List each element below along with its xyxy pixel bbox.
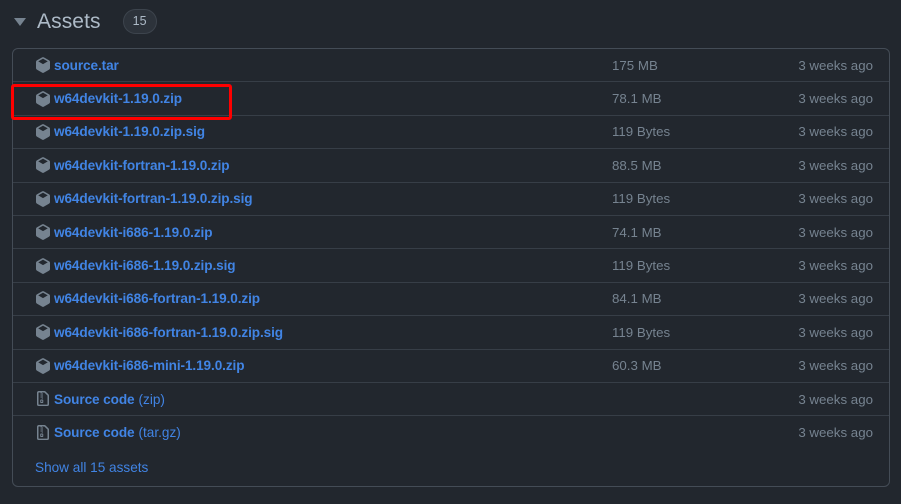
- asset-download-link[interactable]: w64devkit-i686-1.19.0.zip: [54, 225, 213, 240]
- triangle-down-icon[interactable]: [14, 17, 26, 26]
- asset-size: 78.1 MB: [612, 91, 662, 107]
- asset-download-link[interactable]: Source code: [54, 392, 135, 407]
- asset-size: 119 Bytes: [612, 191, 671, 207]
- package-icon: [35, 291, 51, 307]
- asset-name-cell: w64devkit-fortran-1.19.0.zip: [35, 157, 606, 174]
- asset-size: 74.1 MB: [612, 224, 662, 240]
- assets-table: source.tar 175 MB 3 weeks ago w64devkit-1.1…: [12, 48, 890, 487]
- page-title: Assets: [37, 9, 101, 33]
- table-row[interactable]: Source code (tar.gz) 3 weeks ago: [13, 416, 889, 449]
- package-icon: [35, 157, 51, 174]
- asset-date: 3 weeks ago: [798, 57, 873, 73]
- asset-date: 3 weeks ago: [798, 391, 873, 407]
- table-row[interactable]: w64devkit-1.19.0.zip 78.1 MB 3 weeks ago: [13, 82, 889, 116]
- asset-name-cell: Source code (tar.gz): [35, 424, 606, 441]
- table-row[interactable]: w64devkit-i686-1.19.0.zip 74.1 MB 3 weeks …: [13, 216, 889, 250]
- assets-footer: Show all 15 assets: [13, 450, 889, 486]
- table-row[interactable]: w64devkit-i686-fortran-1.19.0.zip.sig 119…: [13, 316, 889, 350]
- asset-size: 84.1 MB: [612, 291, 662, 307]
- asset-download-link[interactable]: w64devkit-1.19.0.zip: [54, 91, 182, 106]
- asset-date: 3 weeks ago: [798, 291, 873, 307]
- table-row[interactable]: w64devkit-fortran-1.19.0.zip 88.5 MB 3 wee…: [13, 149, 889, 183]
- asset-download-link[interactable]: Source code: [54, 425, 135, 440]
- asset-date: 3 weeks ago: [798, 324, 873, 340]
- assets-panel: Assets 15 source.tar 175 MB 3 weeks ago w64…: [0, 0, 901, 504]
- table-row[interactable]: w64devkit-i686-1.19.0.zip.sig 119 Bytes 3 …: [13, 249, 889, 283]
- asset-download-link[interactable]: w64devkit-i686-fortran-1.19.0.zip: [54, 291, 260, 306]
- asset-size: 119 Bytes: [612, 124, 671, 140]
- asset-name-cell: source.tar: [35, 57, 606, 74]
- package-icon: [35, 190, 51, 207]
- asset-name-cell: Source code (zip): [35, 391, 606, 407]
- file-zip-icon: [35, 391, 51, 407]
- asset-download-link[interactable]: w64devkit-fortran-1.19.0.zip: [54, 158, 230, 173]
- asset-download-link[interactable]: w64devkit-1.19.0.zip.sig: [54, 124, 205, 139]
- package-icon: [35, 90, 51, 107]
- table-row[interactable]: w64devkit-fortran-1.19.0.zip.sig 119 Byte…: [13, 183, 889, 216]
- asset-date: 3 weeks ago: [798, 191, 873, 207]
- asset-date: 3 weeks ago: [798, 224, 873, 240]
- asset-size: 119 Bytes: [612, 324, 671, 340]
- asset-format-suffix: (zip): [138, 391, 165, 407]
- asset-name-cell: w64devkit-i686-fortran-1.19.0.zip.sig: [35, 324, 606, 341]
- asset-size: 119 Bytes: [612, 258, 671, 274]
- package-icon: [35, 257, 51, 274]
- table-row[interactable]: w64devkit-i686-mini-1.19.0.zip 60.3 MB 3 w…: [13, 350, 889, 383]
- package-icon: [35, 224, 51, 240]
- asset-date: 3 weeks ago: [798, 358, 873, 374]
- table-row[interactable]: w64devkit-i686-fortran-1.19.0.zip 84.1 MB…: [13, 283, 889, 317]
- asset-date: 3 weeks ago: [798, 258, 873, 274]
- asset-name-cell: w64devkit-i686-fortran-1.19.0.zip: [35, 291, 606, 307]
- asset-download-link[interactable]: w64devkit-i686-1.19.0.zip.sig: [54, 258, 236, 273]
- asset-date: 3 weeks ago: [798, 91, 873, 107]
- asset-download-link[interactable]: source.tar: [54, 58, 119, 73]
- package-icon: [35, 57, 51, 74]
- asset-name-cell: w64devkit-fortran-1.19.0.zip.sig: [35, 190, 606, 207]
- asset-download-link[interactable]: w64devkit-fortran-1.19.0.zip.sig: [54, 191, 253, 206]
- package-icon: [35, 124, 51, 140]
- asset-format-suffix: (tar.gz): [138, 425, 181, 441]
- show-all-assets-link[interactable]: Show all 15 assets: [35, 460, 148, 475]
- package-icon: [35, 357, 51, 374]
- asset-name-cell: w64devkit-1.19.0.zip: [35, 90, 606, 107]
- asset-size: 175 MB: [612, 57, 658, 73]
- asset-date: 3 weeks ago: [798, 425, 873, 441]
- table-row[interactable]: Source code (zip) 3 weeks ago: [13, 383, 889, 417]
- asset-download-link[interactable]: w64devkit-i686-mini-1.19.0.zip: [54, 358, 245, 373]
- table-row[interactable]: w64devkit-1.19.0.zip.sig 119 Bytes 3 weeks…: [13, 116, 889, 150]
- asset-download-link[interactable]: w64devkit-i686-fortran-1.19.0.zip.sig: [54, 325, 283, 340]
- asset-name-cell: w64devkit-i686-1.19.0.zip.sig: [35, 257, 606, 274]
- assets-count-badge: 15: [122, 8, 157, 35]
- asset-name-cell: w64devkit-1.19.0.zip.sig: [35, 124, 606, 140]
- table-row[interactable]: source.tar 175 MB 3 weeks ago: [13, 49, 889, 83]
- asset-date: 3 weeks ago: [798, 157, 873, 173]
- assets-header[interactable]: Assets 15: [0, 0, 901, 35]
- asset-date: 3 weeks ago: [798, 124, 873, 140]
- assets-table-body: source.tar 175 MB 3 weeks ago w64devkit-1.1…: [13, 49, 889, 450]
- asset-size: 60.3 MB: [612, 358, 662, 374]
- package-icon: [35, 324, 51, 341]
- file-zip-icon: [35, 424, 51, 441]
- asset-size: 88.5 MB: [612, 157, 662, 173]
- asset-name-cell: w64devkit-i686-mini-1.19.0.zip: [35, 357, 606, 374]
- asset-name-cell: w64devkit-i686-1.19.0.zip: [35, 224, 606, 240]
